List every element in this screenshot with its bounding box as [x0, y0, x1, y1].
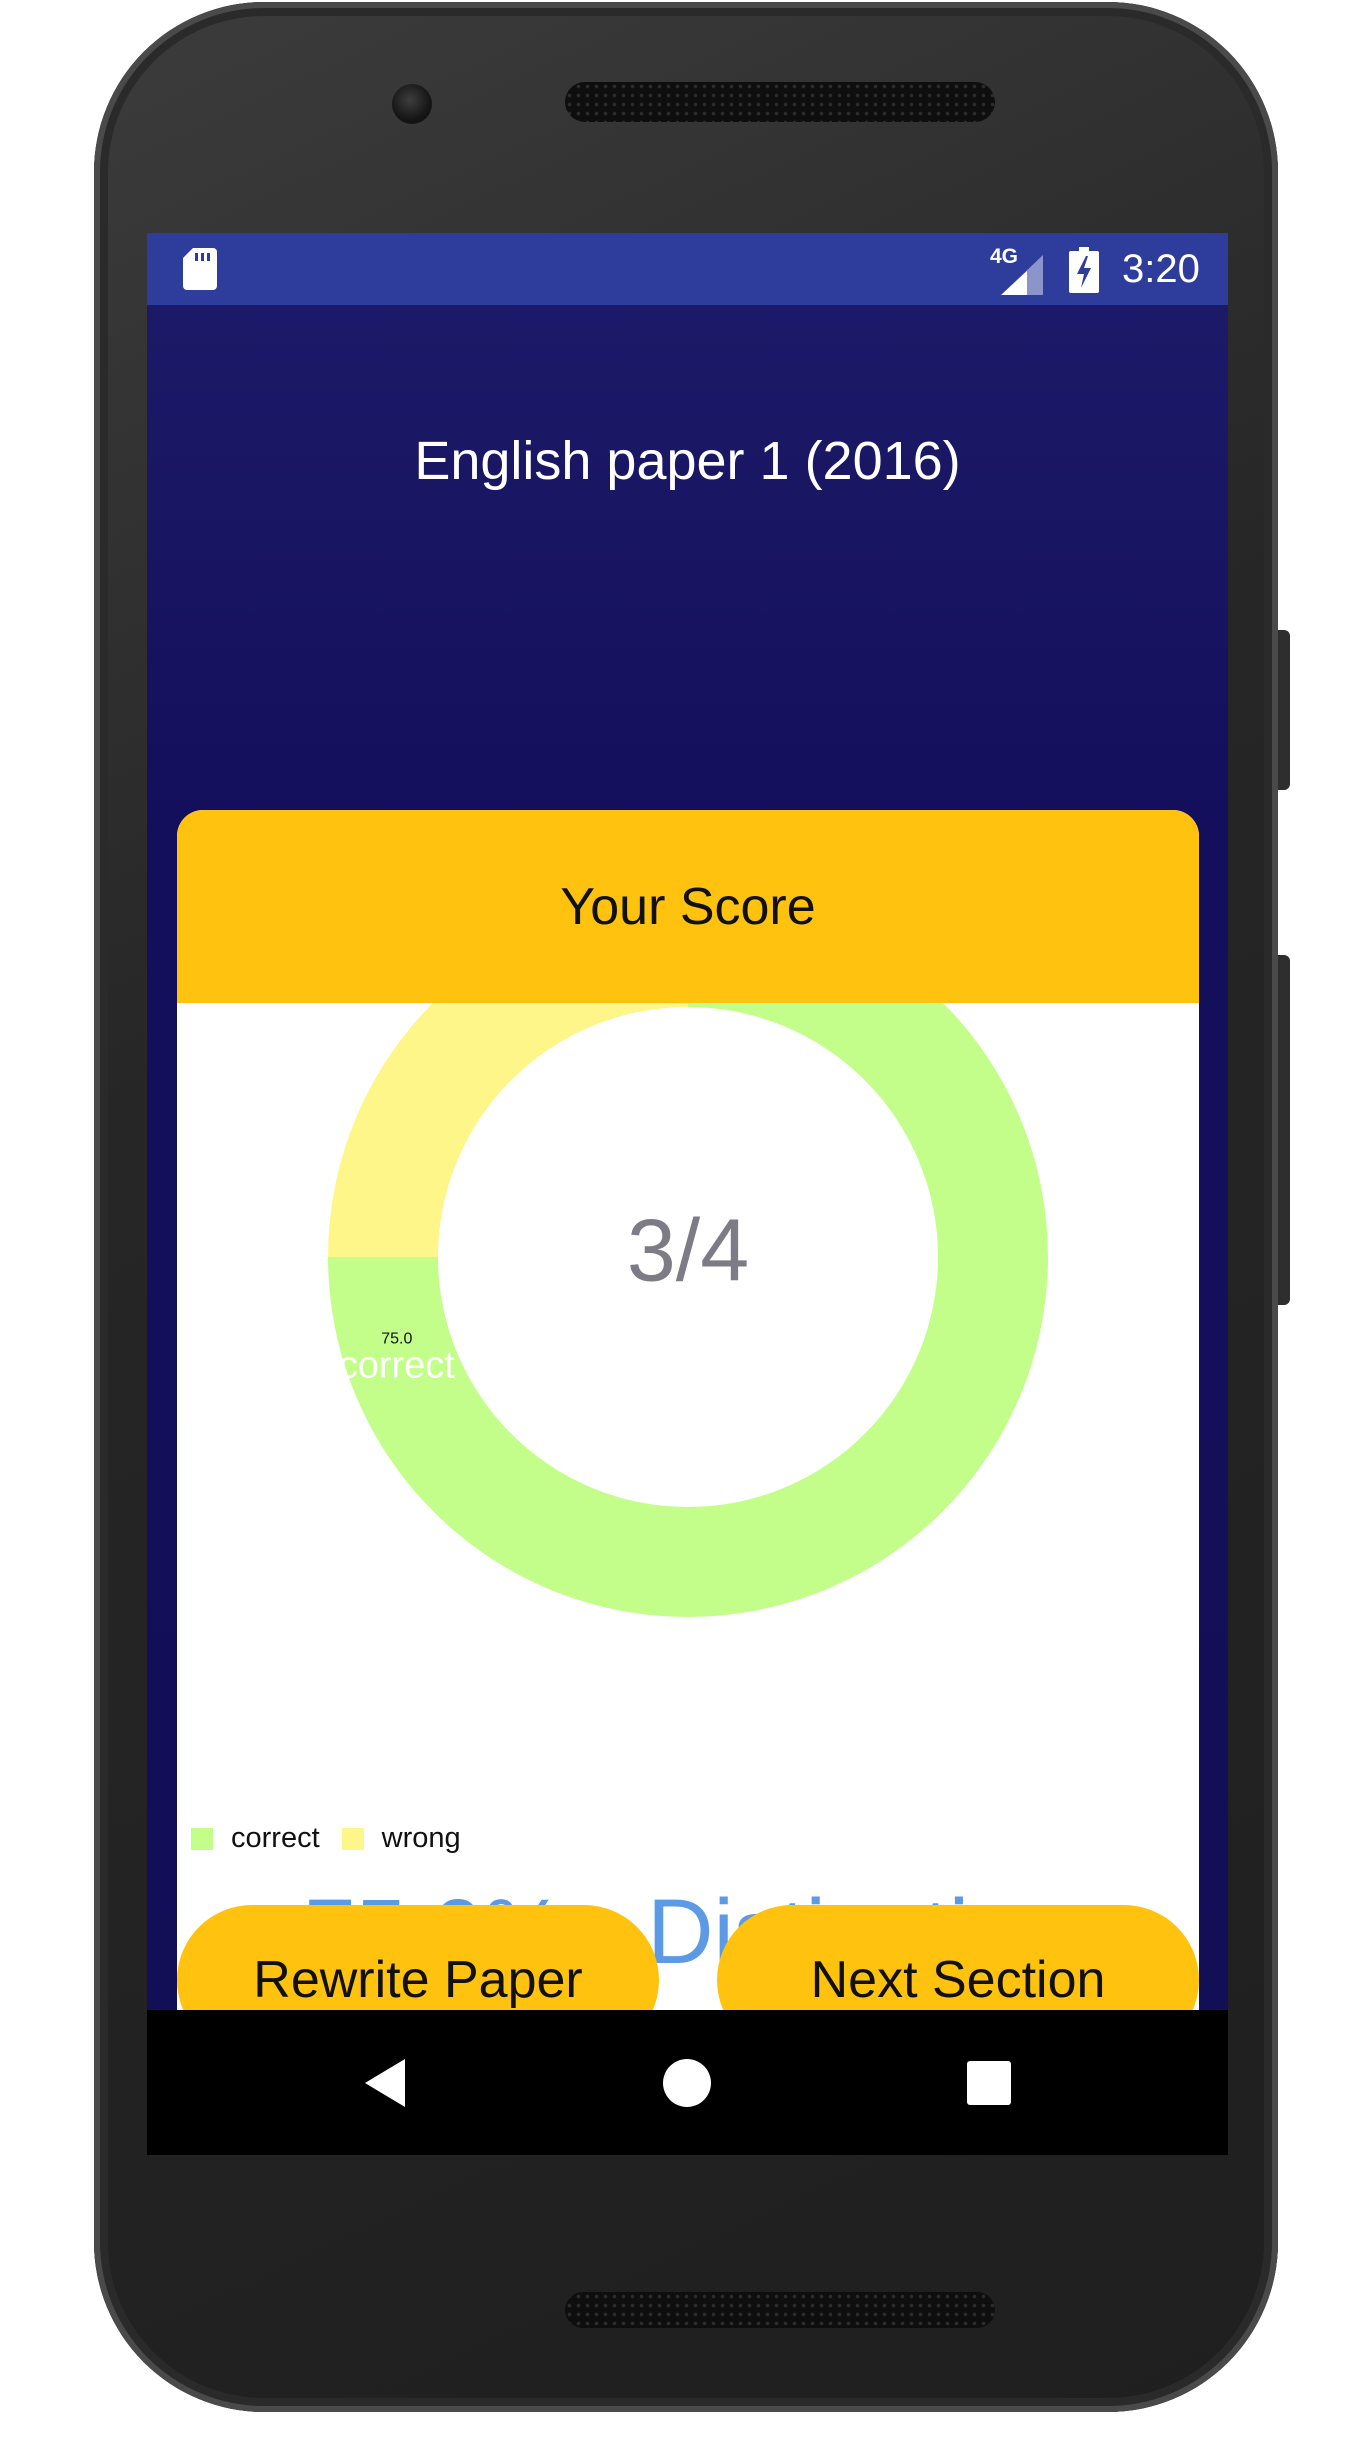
legend-swatch-correct — [191, 1827, 213, 1850]
score-card: Your Score 3/4 75.0correct25.0wrong corr… — [177, 810, 1199, 2078]
back-button[interactable] — [305, 2010, 465, 2155]
score-screen: English paper 1 (2016) Your Score 3/4 75… — [147, 305, 1228, 2078]
legend-swatch-wrong — [341, 1827, 364, 1850]
score-card-title: Your Score — [560, 877, 816, 936]
power-button — [1278, 630, 1290, 790]
bottom-speaker-grille — [565, 2292, 995, 2328]
legend-label-correct: correct — [231, 1822, 320, 1854]
recents-icon — [967, 2060, 1011, 2105]
device-screen: 4G 3:20 English paper 1 (2016) Your Scor… — [147, 233, 1228, 2155]
back-icon — [365, 2058, 405, 2107]
top-speaker-grille — [565, 82, 995, 122]
sd-card-icon — [183, 248, 217, 290]
chart-legend: correct wrong — [191, 1822, 483, 1855]
recents-button[interactable] — [909, 2010, 1069, 2155]
paper-title: English paper 1 (2016) — [414, 431, 961, 491]
front-camera — [392, 84, 432, 124]
signal-icon — [1001, 255, 1043, 295]
score-fraction: 3/4 — [627, 1200, 749, 1299]
battery-charging-icon — [1069, 247, 1099, 293]
score-card-header: Your Score — [177, 810, 1199, 1003]
score-donut-chart: 3/4 75.0correct25.0wrong — [328, 1003, 1048, 1617]
home-icon — [663, 2058, 711, 2107]
legend-label-wrong: wrong — [381, 1822, 461, 1854]
status-bar: 4G 3:20 — [147, 233, 1228, 305]
status-clock: 3:20 — [1122, 247, 1200, 291]
slice-category-label-correct: correct — [339, 1344, 456, 1386]
volume-button — [1278, 955, 1290, 1305]
home-button[interactable] — [607, 2010, 767, 2155]
navigation-bar — [147, 2010, 1228, 2155]
